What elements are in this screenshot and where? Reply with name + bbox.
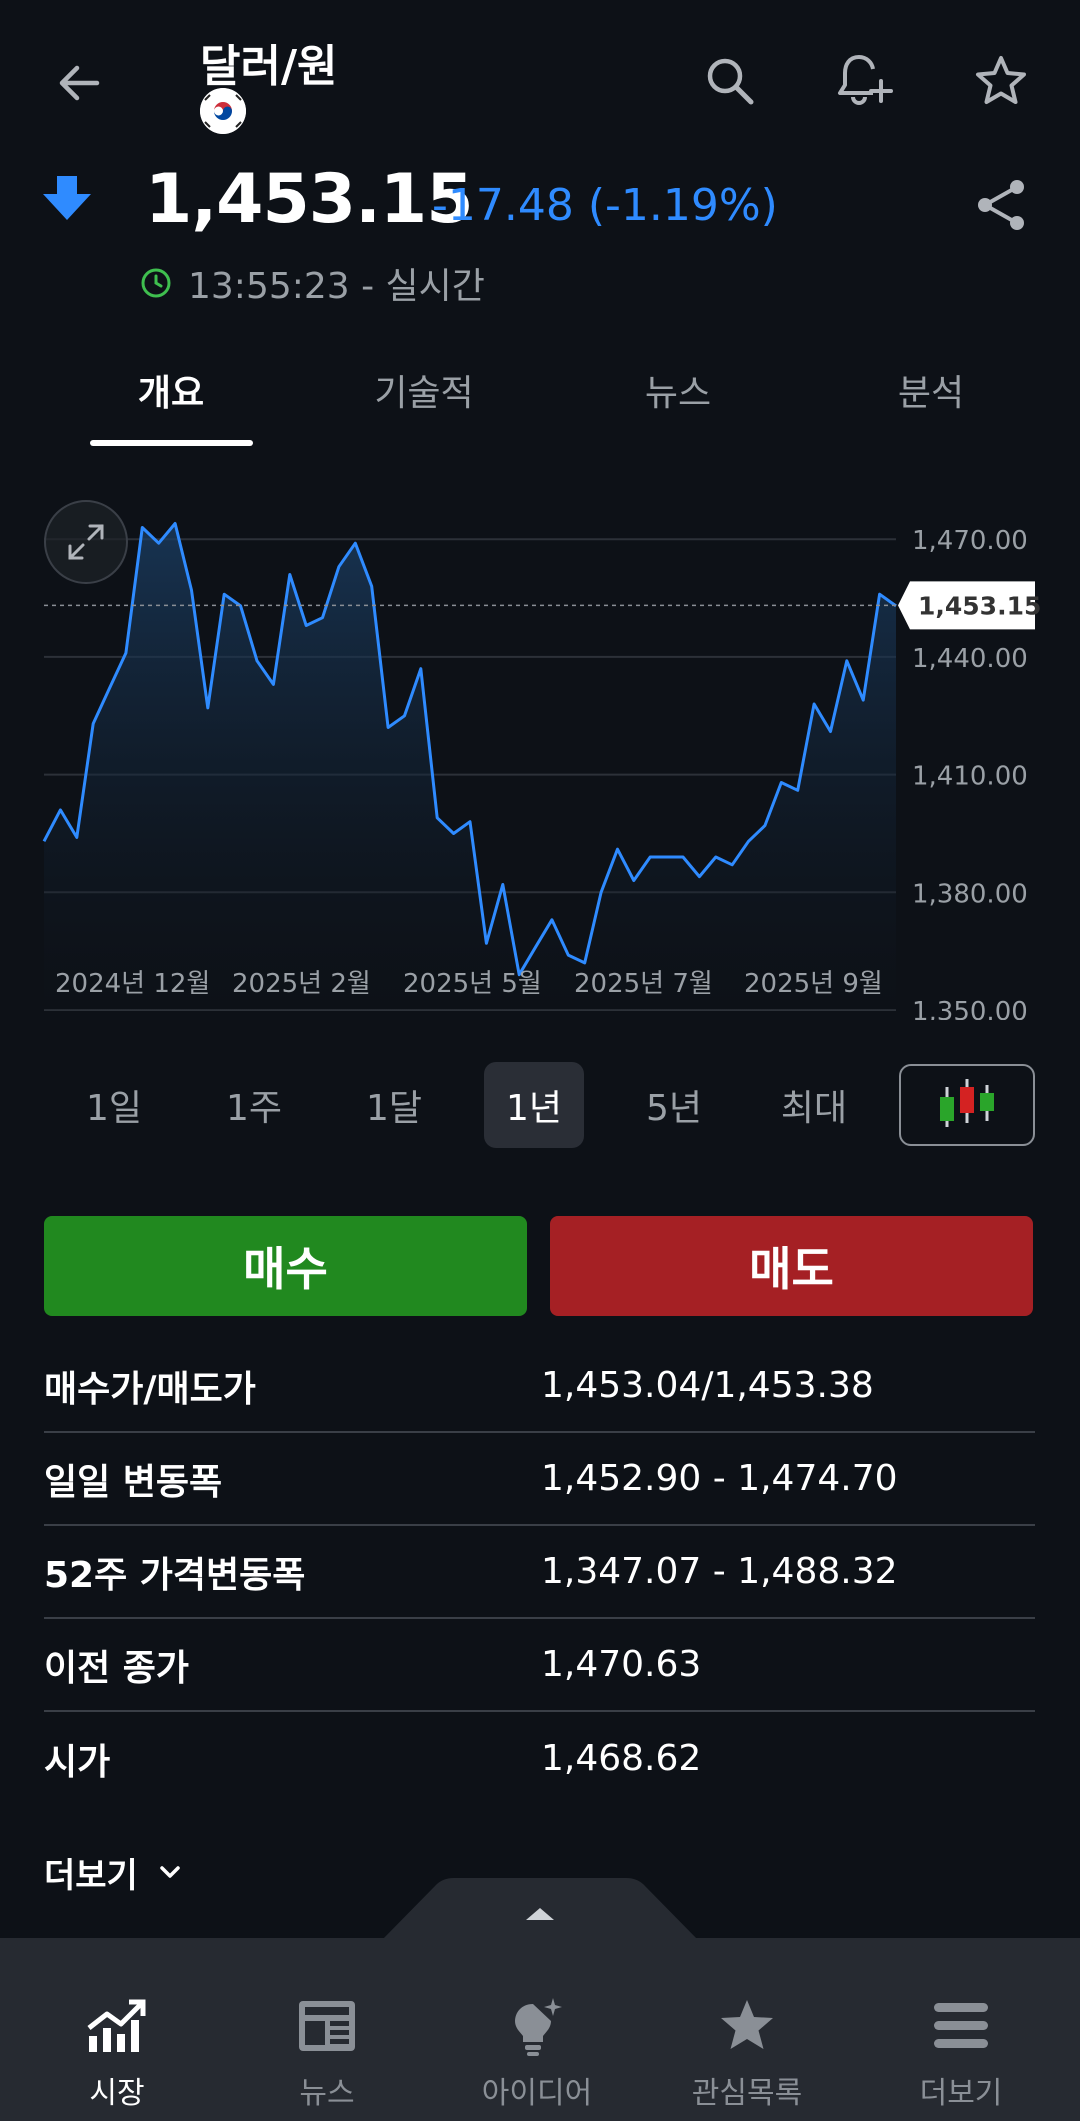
bottom-navigation: 시장 뉴스 아이디어 관심목록 더보기 [0,1938,1080,2121]
tab-technical[interactable]: 기술적 [324,364,524,416]
add-alert-button[interactable] [830,46,900,116]
watchlist-star-button[interactable] [966,46,1036,116]
menu-icon [934,2003,988,2048]
nav-markets[interactable]: 시장 [17,1938,217,2121]
timestamp-row: 13:55:23 - 실시간 [140,258,485,308]
back-button[interactable] [44,48,114,118]
section-tabs: 개요 기술적 뉴스 분석 [0,352,1080,452]
tab-news[interactable]: 뉴스 [578,364,778,416]
y-tick-label: 1,470.00 [912,526,1028,556]
quote-time: 13:55:23 - 실시간 [188,266,485,307]
stat-label: 일일 변동폭 [44,1461,223,1503]
range-1d[interactable]: 1일 [64,1062,164,1148]
current-price-label: 1,453.15 [918,591,1041,620]
stat-label: 시가 [44,1741,111,1783]
stat-value: 1,453.04/1,453.38 [541,1365,874,1406]
sell-button[interactable]: 매도 [550,1216,1033,1316]
y-tick-label: 1,410.00 [912,762,1028,792]
arrow-left-icon [59,65,100,101]
stat-bid-ask: 매수가/매도가 1,453.04/1,453.38 [44,1340,1035,1433]
price-chart[interactable]: 1,470.00 1,440.00 1,410.00 1,380.00 1,350.00… [0,480,1080,1027]
nav-more[interactable]: 더보기 [861,1938,1061,2121]
nav-label: 아이디어 [481,2076,593,2111]
share-button[interactable] [966,170,1036,240]
stat-label: 이전 종가 [44,1647,190,1689]
price-area-fill [44,523,896,1010]
expand-icon [68,524,104,560]
active-tab-indicator [90,440,253,446]
newspaper-icon [299,2001,355,2051]
tab-overview[interactable]: 개요 [71,364,271,416]
nav-label: 뉴스 [299,2076,355,2111]
stat-value: 1,347.07 - 1,488.32 [541,1551,898,1592]
current-price: 1,453.15 [145,160,474,239]
app-header: 달러/원 [0,0,1080,150]
clock-icon [141,268,171,298]
star-outline-icon [976,56,1026,104]
nav-label: 관심목록 [691,2076,803,2111]
stat-prev-close: 이전 종가 1,470.63 [44,1619,1035,1712]
korea-flag-icon [200,88,246,134]
expand-chart-button[interactable] [44,500,128,584]
bell-plus-icon [838,55,893,105]
nav-watchlist[interactable]: 관심목록 [647,1938,847,2121]
candlestick-icon [940,1079,994,1127]
stat-day-range: 일일 변동폭 1,452.90 - 1,474.70 [44,1433,1035,1526]
show-more-label: 더보기 [44,1855,138,1896]
range-1m[interactable]: 1달 [344,1062,444,1148]
y-tick-label: 1,440.00 [912,644,1028,674]
nav-ideas[interactable]: 아이디어 [437,1938,637,2121]
markets-chart-icon [87,1999,146,2052]
tab-analysis[interactable]: 분석 [831,364,1031,416]
chevron-down-icon [160,1866,180,1878]
y-tick-label: 1,350.00 [912,997,1028,1020]
stat-label: 52주 가격변동폭 [44,1554,306,1596]
nav-label: 더보기 [919,2076,1003,2111]
range-max[interactable]: 최대 [764,1062,864,1148]
quote-row: 1,453.15 -17.48 (-1.19%) [0,160,1080,250]
stat-value: 1,470.63 [541,1644,702,1685]
search-icon [707,58,754,105]
stat-52w-range: 52주 가격변동폭 1,347.07 - 1,488.32 [44,1526,1035,1619]
search-button[interactable] [695,46,765,116]
x-tick-label: 2025년 7월 [574,969,713,999]
buy-button[interactable]: 매수 [44,1216,527,1316]
quote-stats: 매수가/매도가 1,453.04/1,453.38 일일 변동폭 1,452.9… [44,1340,1035,1805]
bottom-sheet-handle[interactable] [380,1872,700,1942]
y-tick-label: 1,380.00 [912,879,1028,909]
share-icon [978,180,1024,230]
range-5y[interactable]: 5년 [624,1062,724,1148]
down-arrow-icon [43,176,91,220]
star-icon [721,2000,773,2049]
stat-open: 시가 1,468.62 [44,1712,1035,1805]
show-more-button[interactable]: 더보기 [44,1842,184,1902]
price-change: -17.48 (-1.19%) [432,180,778,231]
stat-value: 1,468.62 [541,1738,702,1779]
x-tick-label: 2024년 12월 [55,969,210,999]
range-1w[interactable]: 1주 [204,1062,304,1148]
nav-news[interactable]: 뉴스 [227,1938,427,2121]
stat-value: 1,452.90 - 1,474.70 [541,1458,898,1499]
stat-label: 매수가/매도가 [44,1368,256,1410]
x-tick-label: 2025년 9월 [744,969,883,999]
nav-label: 시장 [89,2076,145,2111]
range-1y[interactable]: 1년 [484,1062,584,1148]
lightbulb-icon [515,1998,562,2056]
candlestick-chart-button[interactable] [899,1064,1035,1146]
page-title: 달러/원 [200,41,338,92]
x-tick-label: 2025년 2월 [232,969,371,999]
price-chart-svg: 1,470.00 1,440.00 1,410.00 1,380.00 1,350.00… [42,522,1041,1027]
time-range-selector: 1일 1주 1달 1년 5년 최대 [0,1062,1080,1148]
x-tick-label: 2025년 5월 [403,969,542,999]
